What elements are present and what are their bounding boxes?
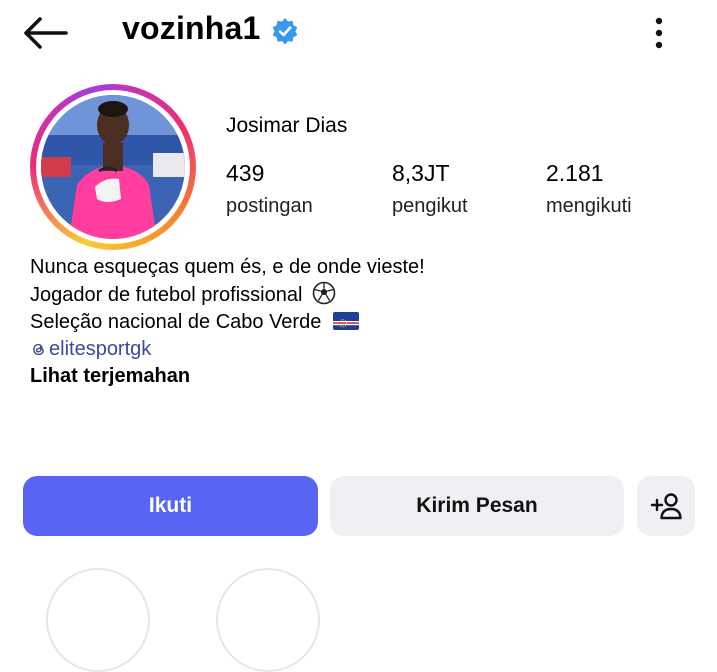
story-highlight[interactable] [46,568,150,672]
soccer-ball-icon [312,281,336,305]
stat-following[interactable]: 2.181 mengikuti [546,160,632,218]
verified-badge-icon [272,17,297,44]
bio-text: Seleção nacional de Cabo Verde [30,311,322,333]
message-button[interactable]: Kirim Pesan [330,476,624,536]
story-ring[interactable] [30,84,196,250]
avatar-photo [41,95,185,239]
add-user-icon [650,493,682,520]
stat-label: pengikut [392,195,468,217]
story-highlight[interactable] [216,568,320,672]
username-header: vozinha1 [122,10,299,47]
profile-full-name: Josimar Dias [226,114,348,137]
bio-text: Jogador de futebol profissional [30,284,303,306]
back-arrow-icon[interactable] [22,16,68,50]
bio-line: Nunca esqueças quem és, e de onde vieste… [30,256,425,278]
bio-link-text: elitesportgk [49,338,152,360]
stat-value: 2.181 [546,160,604,186]
username: vozinha1 [122,10,261,46]
stat-value: 8,3JT [392,160,450,186]
bio-line-with-flag: Seleção nacional de Cabo Verde [30,309,425,336]
stat-value: 439 [226,160,265,186]
bio: Nunca esqueças quem és, e de onde vieste… [30,254,425,390]
threads-icon [33,343,44,356]
more-vertical-icon[interactable] [645,14,673,52]
avatar [41,95,185,239]
stat-posts[interactable]: 439 postingan [226,160,313,218]
bio-line-with-ball: Jogador de futebol profissional [30,281,425,309]
bio-link[interactable]: elitesportgk [30,336,425,363]
stat-label: postingan [226,195,313,217]
top-bar: vozinha1 [0,0,717,64]
suggest-users-button[interactable] [637,476,695,536]
follow-button[interactable]: Ikuti [23,476,318,536]
stat-followers[interactable]: 8,3JT pengikut [392,160,468,218]
stat-label: mengikuti [546,195,632,217]
see-translation-link[interactable]: Lihat terjemahan [30,363,425,390]
cabo-verde-flag-icon [332,312,359,330]
